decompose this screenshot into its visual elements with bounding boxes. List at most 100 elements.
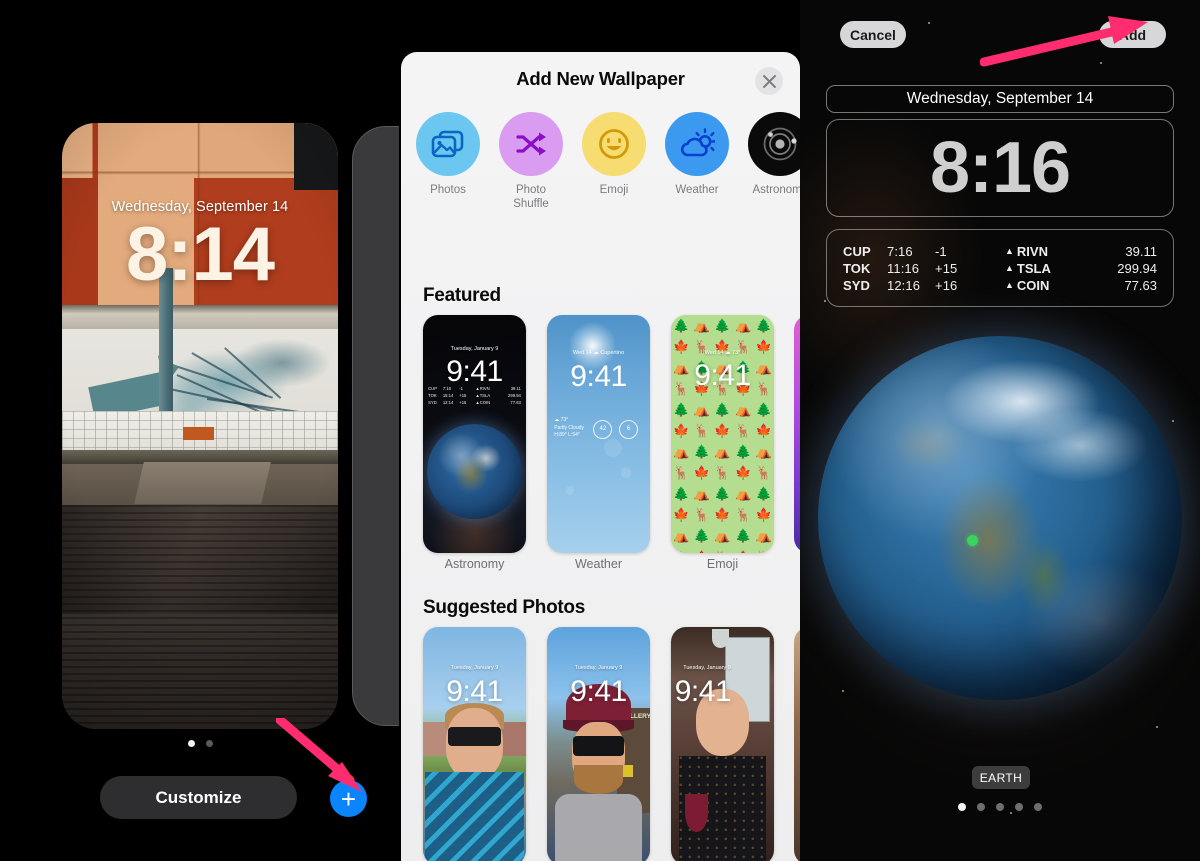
preview-clock[interactable]: 8:16 <box>826 119 1174 217</box>
emoji-cell: 🌲 <box>714 486 731 502</box>
lock-screen-card-next[interactable] <box>352 126 399 726</box>
sheet-title: Add New Wallpaper <box>516 68 685 89</box>
stock-row: ▲ TSLA 299.94 <box>1005 260 1157 276</box>
customize-button[interactable]: Customize <box>100 776 297 819</box>
photo-date: Tuesday, January 9 <box>574 665 623 672</box>
emoji-cell: 🌲 <box>693 528 710 544</box>
emoji-cell: 🍁 <box>714 423 731 439</box>
featured-caption: Astronomy <box>444 557 505 571</box>
suggested-photo-2[interactable]: GALLERY Tuesday, January 9 9:41 <box>547 627 650 861</box>
category-label: Astronomy <box>752 184 800 196</box>
thumb-emoji-header: Wed 14 ☁ 73° <box>704 349 741 356</box>
category-label: Weather <box>675 184 719 196</box>
thumb-ring-left: 42 <box>593 419 613 439</box>
photo-date: Tuesday, January 9 <box>450 665 499 672</box>
photo-time: 9:41 <box>570 674 627 708</box>
page-dot[interactable] <box>996 803 1004 811</box>
emoji-cell: ⛺ <box>735 486 752 502</box>
category-astronomy[interactable]: Astronomy <box>748 112 800 222</box>
emoji-cell: ⛺ <box>714 444 731 460</box>
thumb-stocks-widget: ▲RIVN 39.11 ▲TSLA 299.94 ▲COIN 77.63 <box>475 386 521 406</box>
category-label: Photo Shuffle <box>513 184 549 211</box>
suggested-photo-1[interactable]: Tuesday, January 9 9:41 <box>423 627 526 861</box>
featured-thumb-weather[interactable]: Wed 14 ☁ Cupertino 9:41 ☁ 73° Partly Clo… <box>547 315 650 553</box>
emoji-cell: 🦌 <box>693 507 710 523</box>
emoji-cell: 🍁 <box>735 465 752 481</box>
emoji-cell: 🍁 <box>673 423 690 439</box>
close-icon <box>762 74 776 88</box>
emoji-cell: 🦌 <box>714 465 731 481</box>
category-weather[interactable]: Weather <box>665 112 729 222</box>
lock-screen-card-current[interactable]: Wednesday, September 14 8:14 <box>62 123 338 729</box>
featured-thumb-emoji[interactable]: 🌲 ⛺ 🌲 ⛺ 🌲 🍁 🦌 🍁 🦌 🍁 ⛺ 🌲 ⛺ 🌲 ⛺ 🦌 🍁 🦌 🍁 🦌 🌲 ⛺ 🌲 ⛺ 🌲 🍁 🦌 🍁 🦌 🍁 ⛺ 🌲 ⛺ 🌲 ⛺ 🦌 🍁 🦌 🍁 🦌… <box>671 315 774 553</box>
shuffle-icon <box>499 112 563 176</box>
thumb-date: Tuesday, January 9 <box>450 345 499 352</box>
photo-time: 9:41 <box>674 674 732 708</box>
category-label: Emoji <box>599 184 629 196</box>
thumb-globe <box>427 424 522 520</box>
emoji-cell: ⛺ <box>735 402 752 418</box>
emoji-cell: 🍁 <box>755 507 772 523</box>
wallpaper-category-row: Photos Photo Shuffle Emoji Weather Astro… <box>416 112 800 222</box>
emoji-cell: ⛺ <box>693 318 710 333</box>
panel-lock-screen-gallery: Wednesday, September 14 8:14 Customize + <box>0 0 399 861</box>
preview-date[interactable]: Wednesday, September 14 <box>826 85 1174 113</box>
emoji-cell: 🦌 <box>673 465 690 481</box>
weather-icon <box>665 112 729 176</box>
emoji-cell: ⛺ <box>755 444 772 460</box>
thumb-weather-condition: ☁ 73° Partly Cloudy H:89° L:54° <box>554 417 584 439</box>
emoji-cell: 🦌 <box>753 547 774 553</box>
page-dot[interactable] <box>1015 803 1023 811</box>
emoji-cell: 🦌 <box>755 465 772 481</box>
emoji-cell: 🌲 <box>735 528 752 544</box>
page-dot[interactable] <box>187 740 195 747</box>
style-page-dots[interactable] <box>800 803 1200 811</box>
emoji-cell: ⛺ <box>673 444 690 460</box>
emoji-cell: 🌲 <box>755 486 772 502</box>
emoji-cell: 🌲 <box>673 318 690 333</box>
stock-row: ▲ COIN 77.63 <box>1005 277 1157 293</box>
emoji-cell: 🦌 <box>735 507 752 523</box>
emoji-cell: 🌲 <box>693 444 710 460</box>
close-button[interactable] <box>755 67 783 95</box>
featured-heading: Featured <box>423 285 501 306</box>
category-photos[interactable]: Photos <box>416 112 480 222</box>
emoji-cell: 🦌 <box>712 547 733 553</box>
emoji-cell: 🌲 <box>735 444 752 460</box>
page-indicator-dots[interactable] <box>62 740 338 747</box>
featured-thumb-astronomy[interactable]: Tuesday, January 9 9:41 CUP 7:16 -1 TOK 15:… <box>423 315 526 553</box>
suggested-photo-3[interactable]: Tuesday, January 9 9:41 <box>671 627 774 861</box>
emoji-cell: 🌲 <box>714 402 731 418</box>
astronomy-icon <box>748 112 800 176</box>
clock-row: CUP 7:16 -1 <box>843 243 947 259</box>
stock-row: ▲ RIVN 39.11 <box>1005 243 1157 259</box>
add-wallpaper-button[interactable]: + <box>330 780 367 817</box>
thumb-time: 9:41 <box>570 360 627 394</box>
page-dot[interactable] <box>958 803 966 811</box>
earth-globe <box>818 336 1182 700</box>
cancel-button[interactable]: Cancel <box>840 21 906 48</box>
category-label: Photos <box>430 184 466 196</box>
suggested-photos-row: Tuesday, January 9 9:41 GALLERY Tuesday,… <box>423 627 774 861</box>
preview-widget-row[interactable]: CUP 7:16 -1 TOK 11:16 +15 SYD 12:16 +16 ▲ RIVN 3… <box>826 229 1174 307</box>
emoji-icon <box>582 112 646 176</box>
category-photo-shuffle[interactable]: Photo Shuffle <box>499 112 563 222</box>
emoji-cell: 🌲 <box>673 486 690 502</box>
emoji-cell: 🍁 <box>673 507 690 523</box>
featured-caption: Emoji <box>706 557 739 571</box>
wallpaper-style-label: EARTH <box>972 766 1030 789</box>
page-dot[interactable] <box>1034 803 1042 811</box>
up-arrow-icon: ▲ <box>1005 246 1014 256</box>
emoji-cell: 🍁 <box>714 507 731 523</box>
screenshot-root: Wednesday, September 14 8:14 Customize +… <box>0 0 1200 861</box>
photos-icon <box>416 112 480 176</box>
category-emoji[interactable]: Emoji <box>582 112 646 222</box>
emoji-cell: ⛺ <box>735 318 752 333</box>
photo-time: 9:41 <box>446 674 503 708</box>
panel-add-new-wallpaper: Add New Wallpaper Photos Photo Shuffle E… <box>401 0 800 861</box>
featured-caption: Weather <box>574 557 622 571</box>
clock-row: SYD 12:16 +16 <box>843 277 958 293</box>
page-dot[interactable] <box>977 803 985 811</box>
emoji-cell: ⛺ <box>693 486 710 502</box>
page-dot[interactable] <box>205 740 213 747</box>
